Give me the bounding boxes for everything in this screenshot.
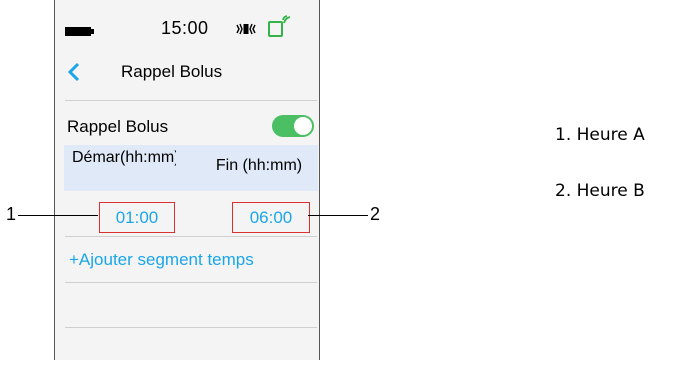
callout-line-2 <box>308 215 368 216</box>
callout-number-2: 2 <box>370 204 381 224</box>
divider <box>65 327 317 328</box>
reminder-toggle[interactable] <box>272 115 314 137</box>
vibrate-icon <box>236 23 256 35</box>
divider <box>65 100 317 101</box>
end-column-label: Fin (hh:mm) <box>215 157 303 174</box>
signal-icon <box>268 15 291 37</box>
toggle-knob <box>294 117 312 135</box>
start-column-label: Démar(hh:mm) <box>72 149 176 166</box>
back-chevron-icon[interactable] <box>67 62 81 82</box>
end-time-value[interactable]: 06:00 <box>232 202 310 233</box>
start-time-value[interactable]: 01:00 <box>99 202 175 233</box>
callout-line-1 <box>18 215 98 216</box>
reminder-toggle-label: Rappel Bolus <box>67 117 169 136</box>
callout-number-1: 1 <box>6 204 17 224</box>
divider <box>65 236 317 237</box>
battery-icon <box>65 27 94 36</box>
device-screen: 15:00 Rappel Bolus Rappel Bolus Démar(hh… <box>54 0 320 360</box>
column-header: Démar(hh:mm) Fin (hh:mm) <box>64 145 318 191</box>
add-segment-button[interactable]: +Ajouter segment temps <box>69 250 254 270</box>
status-time: 15:00 <box>161 18 209 38</box>
legend-item-2: 2. Heure B <box>555 181 645 201</box>
page-title: Rappel Bolus <box>121 62 223 81</box>
legend-item-1: 1. Heure A <box>555 125 645 145</box>
divider <box>65 282 317 283</box>
